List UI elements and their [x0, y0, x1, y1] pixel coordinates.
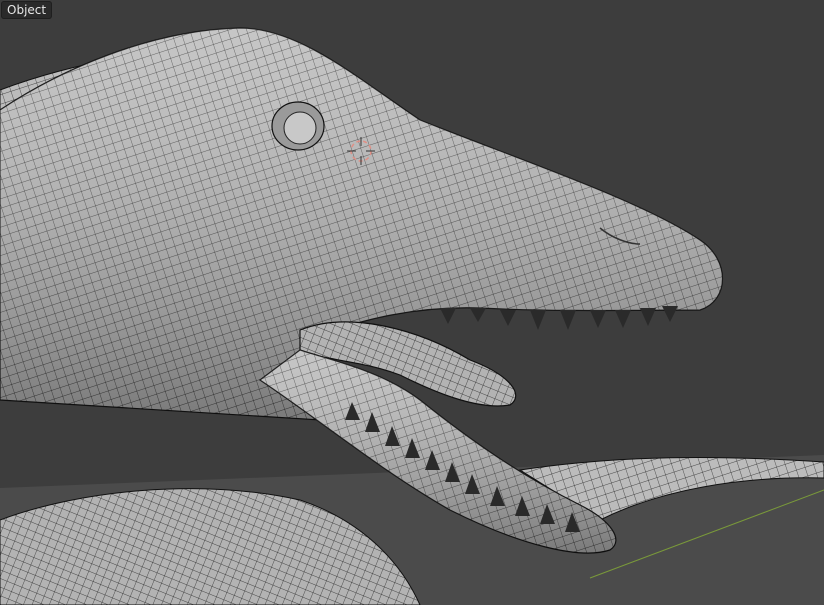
object-mode-label[interactable]: Object: [1, 1, 53, 19]
eye: [283, 111, 317, 145]
3d-viewport[interactable]: [0, 0, 824, 605]
